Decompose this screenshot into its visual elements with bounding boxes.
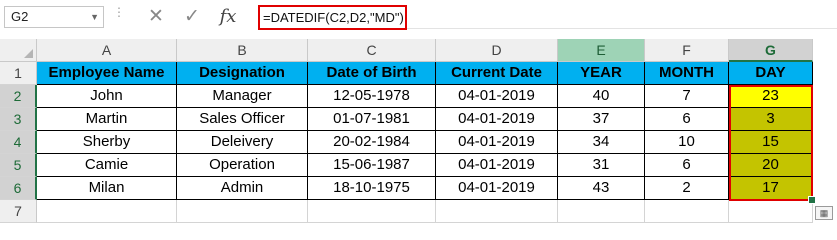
header-cell-month[interactable]: MONTH	[645, 62, 729, 85]
cell-day-active[interactable]: 23	[729, 85, 813, 108]
formula-input-area[interactable]	[407, 8, 837, 29]
header-cell-employee-name[interactable]: Employee Name	[37, 62, 177, 85]
cell-date-of-birth[interactable]: 20-02-1984	[308, 131, 436, 154]
cell-day[interactable]: 20	[729, 154, 813, 177]
cell-designation[interactable]: Operation	[177, 154, 308, 177]
chevron-down-icon[interactable]: ▼	[90, 7, 99, 27]
empty-cell[interactable]	[558, 200, 645, 223]
cell-month[interactable]: 6	[645, 108, 729, 131]
name-box-value: G2	[11, 9, 29, 24]
row-header-7[interactable]: 7	[0, 200, 37, 223]
cell-employee-name[interactable]: Milan	[37, 177, 177, 200]
empty-cell[interactable]	[308, 200, 436, 223]
cell-year[interactable]: 40	[558, 85, 645, 108]
cell-employee-name[interactable]: Sherby	[37, 131, 177, 154]
column-header-f[interactable]: F	[645, 39, 729, 62]
row-header-6[interactable]: 6	[0, 177, 37, 200]
name-box[interactable]: G2 ▼	[4, 6, 104, 28]
sheet-row-2: 2 John Manager 12-05-1978 04-01-2019 40 …	[0, 85, 837, 108]
cell-current-date[interactable]: 04-01-2019	[436, 154, 558, 177]
sheet-row-7: 7	[0, 200, 837, 223]
cell-month[interactable]: 2	[645, 177, 729, 200]
sheet-row-1: 1 Employee Name Designation Date of Birt…	[0, 62, 837, 85]
sheet-row-6: 6 Milan Admin 18-10-1975 04-01-2019 43 2…	[0, 177, 837, 200]
cell-designation[interactable]: Deleivery	[177, 131, 308, 154]
insert-function-icon[interactable]: fx	[216, 5, 240, 29]
cell-day[interactable]: 17	[729, 177, 813, 200]
empty-cell[interactable]	[177, 200, 308, 223]
row-header-2[interactable]: 2	[0, 85, 37, 108]
cell-employee-name[interactable]: Martin	[37, 108, 177, 131]
sheet-row-3: 3 Martin Sales Officer 01-07-1981 04-01-…	[0, 108, 837, 131]
cell-employee-name[interactable]: John	[37, 85, 177, 108]
cell-date-of-birth[interactable]: 01-07-1981	[308, 108, 436, 131]
header-cell-current-date[interactable]: Current Date	[436, 62, 558, 85]
cell-designation[interactable]: Admin	[177, 177, 308, 200]
header-cell-date-of-birth[interactable]: Date of Birth	[308, 62, 436, 85]
header-cell-day[interactable]: DAY	[729, 62, 813, 85]
fill-handle[interactable]	[808, 196, 816, 204]
cell-year[interactable]: 31	[558, 154, 645, 177]
column-header-row: A B C D E F G	[0, 39, 837, 62]
cell-current-date[interactable]: 04-01-2019	[436, 177, 558, 200]
column-header-c[interactable]: C	[308, 39, 436, 62]
cell-employee-name[interactable]: Camie	[37, 154, 177, 177]
cell-year[interactable]: 34	[558, 131, 645, 154]
column-header-d[interactable]: D	[436, 39, 558, 62]
row-header-4[interactable]: 4	[0, 131, 37, 154]
cell-current-date[interactable]: 04-01-2019	[436, 85, 558, 108]
column-header-a[interactable]: A	[37, 39, 177, 62]
cell-month[interactable]: 6	[645, 154, 729, 177]
empty-cell[interactable]	[436, 200, 558, 223]
sheet-row-5: 5 Camie Operation 15-06-1987 04-01-2019 …	[0, 154, 837, 177]
cell-designation[interactable]: Manager	[177, 85, 308, 108]
column-header-b[interactable]: B	[177, 39, 308, 62]
more-options-icon: ⋮	[113, 5, 125, 19]
cancel-icon[interactable]: ✕	[144, 5, 168, 29]
row-header-5[interactable]: 5	[0, 154, 37, 177]
select-all-corner[interactable]	[0, 39, 37, 62]
cell-current-date[interactable]: 04-01-2019	[436, 131, 558, 154]
formula-input[interactable]: =DATEDIF(C2,D2,"MD")	[258, 5, 407, 30]
row-header-3[interactable]: 3	[0, 108, 37, 131]
column-header-e[interactable]: E	[558, 39, 645, 62]
cell-current-date[interactable]: 04-01-2019	[436, 108, 558, 131]
cell-designation[interactable]: Sales Officer	[177, 108, 308, 131]
cell-month[interactable]: 10	[645, 131, 729, 154]
empty-cell[interactable]	[645, 200, 729, 223]
enter-icon[interactable]: ✓	[180, 5, 204, 29]
cell-day[interactable]: 3	[729, 108, 813, 131]
header-cell-year[interactable]: YEAR	[558, 62, 645, 85]
cell-date-of-birth[interactable]: 12-05-1978	[308, 85, 436, 108]
cell-year[interactable]: 37	[558, 108, 645, 131]
row-header-1[interactable]: 1	[0, 62, 37, 85]
empty-cell[interactable]	[37, 200, 177, 223]
sheet-row-4: 4 Sherby Deleivery 20-02-1984 04-01-2019…	[0, 131, 837, 154]
cell-year[interactable]: 43	[558, 177, 645, 200]
empty-cell[interactable]	[729, 200, 813, 223]
quick-analysis-icon[interactable]: ▦	[815, 206, 833, 220]
cell-day[interactable]: 15	[729, 131, 813, 154]
column-header-g[interactable]: G	[729, 39, 813, 62]
header-cell-designation[interactable]: Designation	[177, 62, 308, 85]
cell-month[interactable]: 7	[645, 85, 729, 108]
cell-date-of-birth[interactable]: 18-10-1975	[308, 177, 436, 200]
formula-bar: G2 ▼ ⋮ ✕ ✓ fx =DATEDIF(C2,D2,"MD")	[0, 0, 837, 38]
cell-date-of-birth[interactable]: 15-06-1987	[308, 154, 436, 177]
